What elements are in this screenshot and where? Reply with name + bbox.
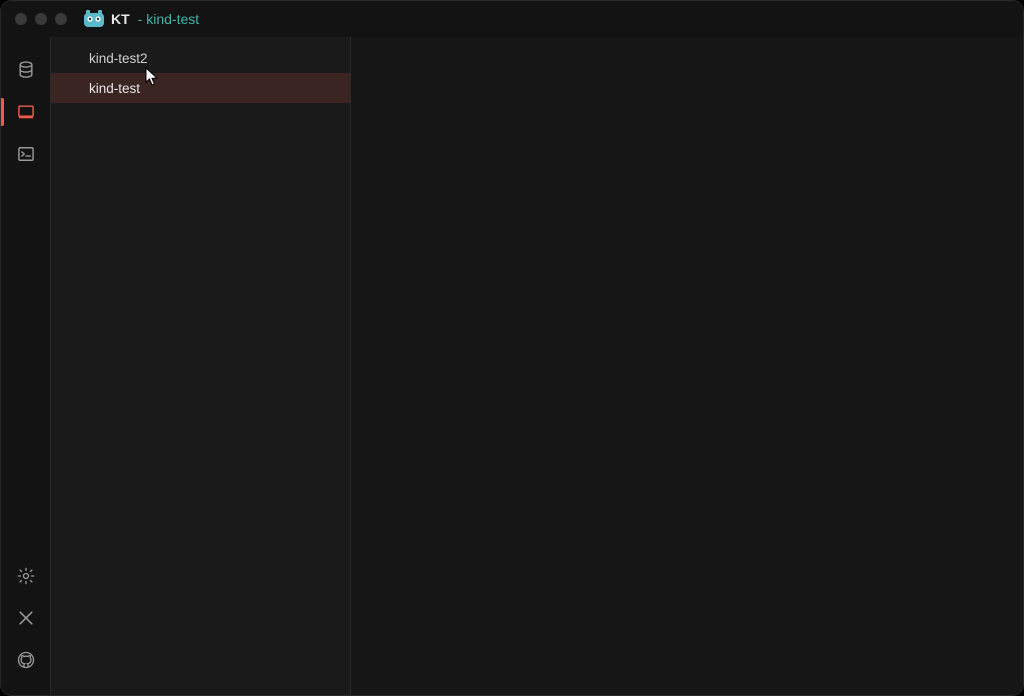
github-button[interactable]	[1, 639, 51, 681]
activity-cluster[interactable]	[1, 91, 51, 133]
titlebar: KT - kind-test	[1, 1, 1023, 37]
zoom-window-button[interactable]	[55, 13, 67, 25]
activity-terminal[interactable]	[1, 133, 51, 175]
list-item[interactable]: kind-test2	[51, 43, 350, 73]
list-item-label: kind-test	[89, 81, 140, 96]
settings-button[interactable]	[1, 555, 51, 597]
activity-bar	[1, 37, 51, 695]
app-body: kind-test2 kind-test	[1, 37, 1023, 695]
activity-bottom	[1, 555, 51, 695]
editor-area	[351, 37, 1023, 695]
close-window-button[interactable]	[15, 13, 27, 25]
app-icon	[83, 8, 105, 30]
x-social-button[interactable]	[1, 597, 51, 639]
minimize-window-button[interactable]	[35, 13, 47, 25]
list-item-label: kind-test2	[89, 51, 148, 66]
activity-database[interactable]	[1, 49, 51, 91]
cluster-list: kind-test2 kind-test	[51, 37, 350, 103]
list-item[interactable]: kind-test	[51, 73, 350, 103]
app-window: KT - kind-test	[0, 0, 1024, 696]
window-title-suffix: - kind-test	[138, 11, 199, 27]
window-controls	[15, 13, 67, 25]
app-name: KT	[111, 11, 130, 27]
side-panel: kind-test2 kind-test	[51, 37, 351, 695]
